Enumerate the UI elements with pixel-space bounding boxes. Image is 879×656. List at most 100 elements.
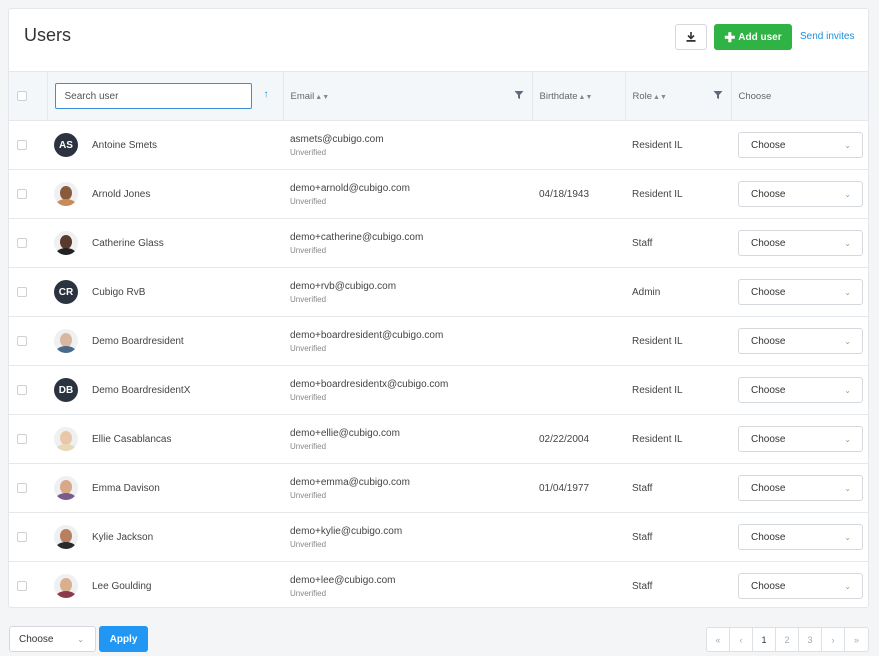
user-role: Resident IL [632, 335, 683, 347]
user-name[interactable]: Cubigo RvB [92, 287, 145, 298]
row-checkbox[interactable] [17, 238, 27, 248]
row-action-select[interactable]: Choose ⌄ [738, 132, 863, 158]
send-invites-link[interactable]: Send invites [800, 31, 854, 42]
birthdate-cell: 01/04/1977 [532, 463, 625, 513]
user-email: demo+boardresident@cubigo.com [290, 329, 444, 341]
row-checkbox[interactable] [17, 581, 27, 591]
birthdate-cell: 02/22/2004 [532, 414, 625, 464]
email-cell: demo+arnold@cubigo.com Unverified [283, 169, 532, 219]
row-action-select[interactable]: Choose ⌄ [738, 475, 863, 501]
last-page-button[interactable]: » [845, 628, 868, 651]
sort-up-icon[interactable]: ↑ [264, 89, 269, 100]
role-cell: Staff [625, 561, 731, 607]
user-cell: Kylie Jackson [47, 512, 283, 562]
user-birthdate: 01/04/1977 [539, 482, 590, 494]
user-cell: Catherine Glass [47, 218, 283, 268]
user-role: Admin [632, 286, 661, 298]
row-checkbox[interactable] [17, 189, 27, 199]
user-cell: DB Demo BoardresidentX [47, 365, 283, 415]
table-row[interactable]: CR Cubigo RvB demo+rvb@cubigo.com Unveri… [9, 267, 868, 317]
avatar [54, 427, 78, 451]
row-action-value: Choose [751, 433, 786, 445]
table-row[interactable]: Emma Davison demo+emma@cubigo.com Unveri… [9, 463, 868, 513]
filter-icon[interactable] [713, 90, 723, 100]
apply-button[interactable]: Apply [99, 626, 148, 652]
user-name[interactable]: Demo BoardresidentX [92, 385, 190, 396]
table-row[interactable]: Demo Boardresident demo+boardresident@cu… [9, 316, 868, 366]
user-name[interactable]: Emma Davison [92, 483, 160, 494]
header-birthdate[interactable]: Birthdate▲▼ [532, 71, 626, 121]
user-name[interactable]: Catherine Glass [92, 238, 164, 249]
user-role: Resident IL [632, 139, 683, 151]
bulk-action-value: Choose [19, 633, 54, 645]
page-1-button[interactable]: 1 [753, 628, 776, 651]
row-checkbox[interactable] [17, 483, 27, 493]
user-name[interactable]: Lee Goulding [92, 581, 152, 592]
row-action-select[interactable]: Choose ⌄ [738, 230, 863, 256]
select-all-checkbox[interactable] [17, 91, 27, 101]
row-checkbox[interactable] [17, 385, 27, 395]
avatar-face [60, 235, 72, 249]
row-action-select[interactable]: Choose ⌄ [738, 279, 863, 305]
table-row[interactable]: Ellie Casablancas demo+ellie@cubigo.com … [9, 414, 868, 464]
row-action-select[interactable]: Choose ⌄ [738, 377, 863, 403]
row-checkbox[interactable] [17, 532, 27, 542]
row-action-value: Choose [751, 139, 786, 151]
avatar-shoulders [56, 493, 76, 500]
row-action-select[interactable]: Choose ⌄ [738, 181, 863, 207]
filter-icon[interactable] [514, 90, 524, 100]
user-email: asmets@cubigo.com [290, 133, 384, 145]
sort-icon: ▲▼ [315, 93, 330, 101]
row-action-select[interactable]: Choose ⌄ [738, 426, 863, 452]
row-action-select[interactable]: Choose ⌄ [738, 328, 863, 354]
row-action-value: Choose [751, 580, 786, 592]
user-email: demo+catherine@cubigo.com [290, 231, 424, 243]
avatar-shoulders [56, 346, 76, 353]
user-name[interactable]: Kylie Jackson [92, 532, 153, 543]
user-cell: Lee Goulding [47, 561, 283, 607]
table-row[interactable]: Lee Goulding demo+lee@cubigo.com Unverif… [9, 561, 868, 607]
user-name[interactable]: Ellie Casablancas [92, 434, 172, 445]
chevron-down-icon: ⌄ [844, 434, 851, 444]
email-cell: demo+boardresident@cubigo.com Unverified [283, 316, 532, 366]
table-row[interactable]: Catherine Glass demo+catherine@cubigo.co… [9, 218, 868, 268]
user-role: Staff [632, 531, 653, 543]
birthdate-cell [532, 218, 625, 268]
download-button[interactable] [675, 24, 707, 50]
table-row[interactable]: Arnold Jones demo+arnold@cubigo.com Unve… [9, 169, 868, 219]
add-user-label: Add user [738, 31, 782, 43]
page-3-button[interactable]: 3 [799, 628, 822, 651]
table-row[interactable]: AS Antoine Smets asmets@cubigo.com Unver… [9, 120, 868, 170]
header-role[interactable]: Role▲▼ [625, 71, 732, 121]
user-name[interactable]: Arnold Jones [92, 189, 150, 200]
avatar: AS [54, 133, 78, 157]
row-action-select[interactable]: Choose ⌄ [738, 524, 863, 550]
next-page-button[interactable]: › [822, 628, 845, 651]
action-cell: Choose ⌄ [731, 561, 868, 607]
table-row[interactable]: Kylie Jackson demo+kylie@cubigo.com Unve… [9, 512, 868, 562]
page-2-button[interactable]: 2 [776, 628, 799, 651]
action-cell: Choose ⌄ [731, 414, 868, 464]
row-checkbox[interactable] [17, 434, 27, 444]
user-name[interactable]: Antoine Smets [92, 140, 157, 151]
verification-status: Unverified [290, 196, 327, 206]
table-row[interactable]: DB Demo BoardresidentX demo+boardresiden… [9, 365, 868, 415]
bulk-action-select[interactable]: Choose ⌄ [9, 626, 96, 652]
users-table: ↑ Email▲▼ Birthdate▲▼ Role▲▼ Choose [9, 71, 868, 607]
row-checkbox[interactable] [17, 336, 27, 346]
search-input[interactable] [54, 83, 252, 109]
chevron-down-icon: ⌄ [844, 287, 851, 297]
header-email[interactable]: Email▲▼ [283, 71, 533, 121]
prev-page-button[interactable]: ‹ [730, 628, 753, 651]
user-email: demo+lee@cubigo.com [290, 574, 396, 586]
row-select-cell [9, 512, 47, 562]
first-page-button[interactable]: « [707, 628, 730, 651]
row-action-select[interactable]: Choose ⌄ [738, 573, 863, 599]
add-user-button[interactable]: ✚ Add user [714, 24, 792, 50]
row-checkbox[interactable] [17, 140, 27, 150]
user-name[interactable]: Demo Boardresident [92, 336, 184, 347]
user-cell: AS Antoine Smets [47, 120, 283, 170]
user-birthdate: 04/18/1943 [539, 188, 590, 200]
row-action-value: Choose [751, 335, 786, 347]
row-checkbox[interactable] [17, 287, 27, 297]
